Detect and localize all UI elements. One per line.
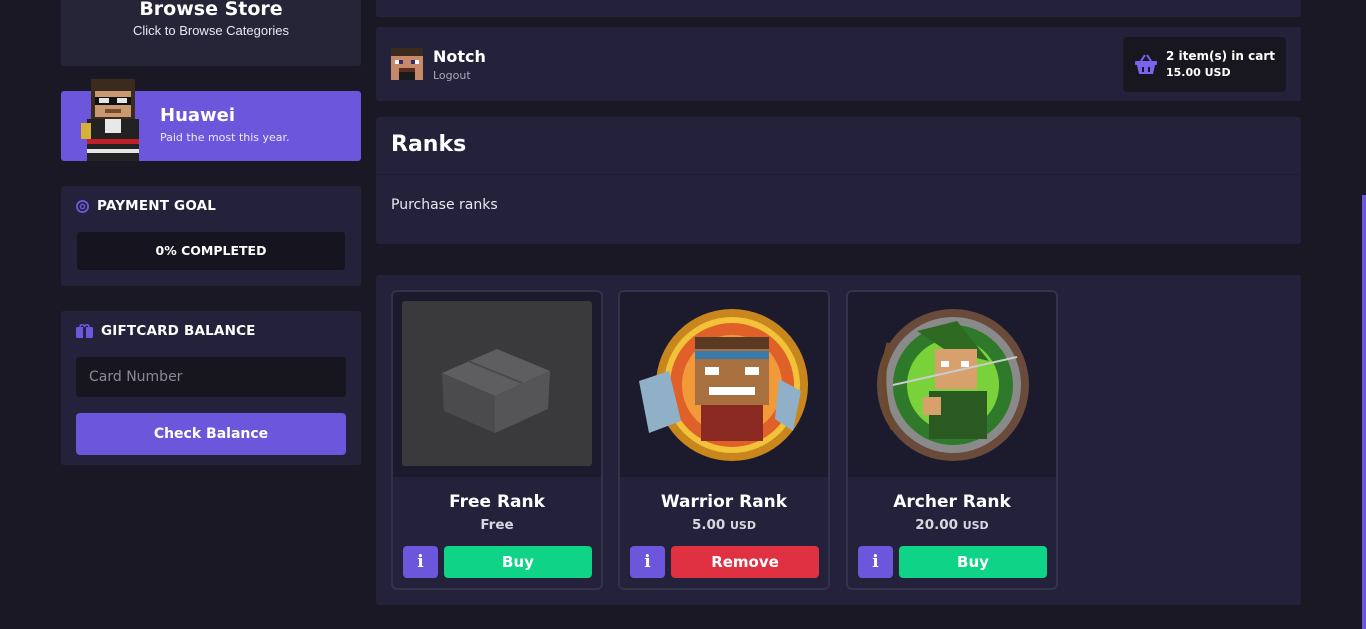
- archer-image: [877, 309, 1029, 461]
- card-number-input[interactable]: [76, 357, 346, 397]
- giftcard-icon: [76, 324, 93, 338]
- product-price: Free: [480, 517, 514, 533]
- box-image: [402, 301, 592, 466]
- username: Notch: [433, 47, 486, 66]
- giftcard-panel: GIFTCARD BALANCE Check Balance: [61, 311, 361, 465]
- basket-icon: [1135, 54, 1157, 74]
- product-name: Free Rank: [449, 492, 545, 512]
- giftcard-heading: GIFTCARD BALANCE: [101, 323, 256, 339]
- buy-button[interactable]: Buy: [444, 546, 592, 578]
- payment-goal-heading: PAYMENT GOAL: [97, 198, 217, 214]
- remove-button[interactable]: Remove: [671, 546, 819, 578]
- cart-items-count: 2 item(s) in cart: [1166, 49, 1276, 63]
- product-name: Archer Rank: [893, 492, 1011, 512]
- warrior-image: [639, 309, 808, 461]
- browse-store-title: Browse Store: [139, 0, 283, 20]
- browse-store-subtitle: Click to Browse Categories: [132, 23, 290, 38]
- user-avatar: [391, 48, 423, 80]
- product-price: 5.00 USD: [691, 517, 756, 533]
- category-title: Ranks: [376, 117, 1301, 175]
- category-panel: Ranks Purchase ranks: [376, 117, 1301, 244]
- user-bar: Notch Logout 2 item(s) in cart 15.00 USD: [376, 27, 1301, 101]
- check-balance-button[interactable]: Check Balance: [76, 413, 346, 455]
- product-card-warrior-rank: Warrior Rank 5.00 USD i Remove: [618, 290, 830, 590]
- product-card-archer-rank: Archer Rank 20.00 USD i Buy: [846, 290, 1058, 590]
- payment-goal-header: PAYMENT GOAL: [76, 198, 216, 214]
- category-description: Purchase ranks: [391, 197, 498, 213]
- top-donor-card: Huawei Paid the most this year.: [61, 79, 361, 161]
- browse-store-panel[interactable]: Browse Store Click to Browse Categories: [61, 0, 361, 66]
- product-card-free-rank: Free Rank Free i Buy: [391, 290, 603, 590]
- products-panel: Free Rank Free i Buy Warrior Rank 5.00 U…: [376, 275, 1301, 605]
- payment-goal-panel: PAYMENT GOAL 0% COMPLETED: [61, 186, 361, 286]
- top-donor-name: Huawei: [160, 105, 236, 126]
- product-name: Warrior Rank: [660, 492, 788, 512]
- logout-link[interactable]: Logout: [433, 69, 471, 82]
- top-donor-avatar: [81, 79, 139, 161]
- top-donor-subtitle: Paid the most this year.: [160, 131, 290, 144]
- product-info-button[interactable]: i: [403, 546, 438, 578]
- top-strip: [376, 0, 1301, 17]
- cart-summary[interactable]: 2 item(s) in cart 15.00 USD: [1123, 37, 1286, 92]
- product-info-button[interactable]: i: [630, 546, 665, 578]
- target-icon: [76, 199, 89, 213]
- payment-goal-progress: 0% COMPLETED: [77, 232, 345, 270]
- page-scrollbar[interactable]: [1362, 195, 1366, 629]
- product-price: 20.00 USD: [915, 517, 989, 533]
- giftcard-header: GIFTCARD BALANCE: [76, 323, 256, 339]
- buy-button[interactable]: Buy: [899, 546, 1047, 578]
- cart-total: 15.00 USD: [1166, 66, 1231, 79]
- product-info-button[interactable]: i: [858, 546, 893, 578]
